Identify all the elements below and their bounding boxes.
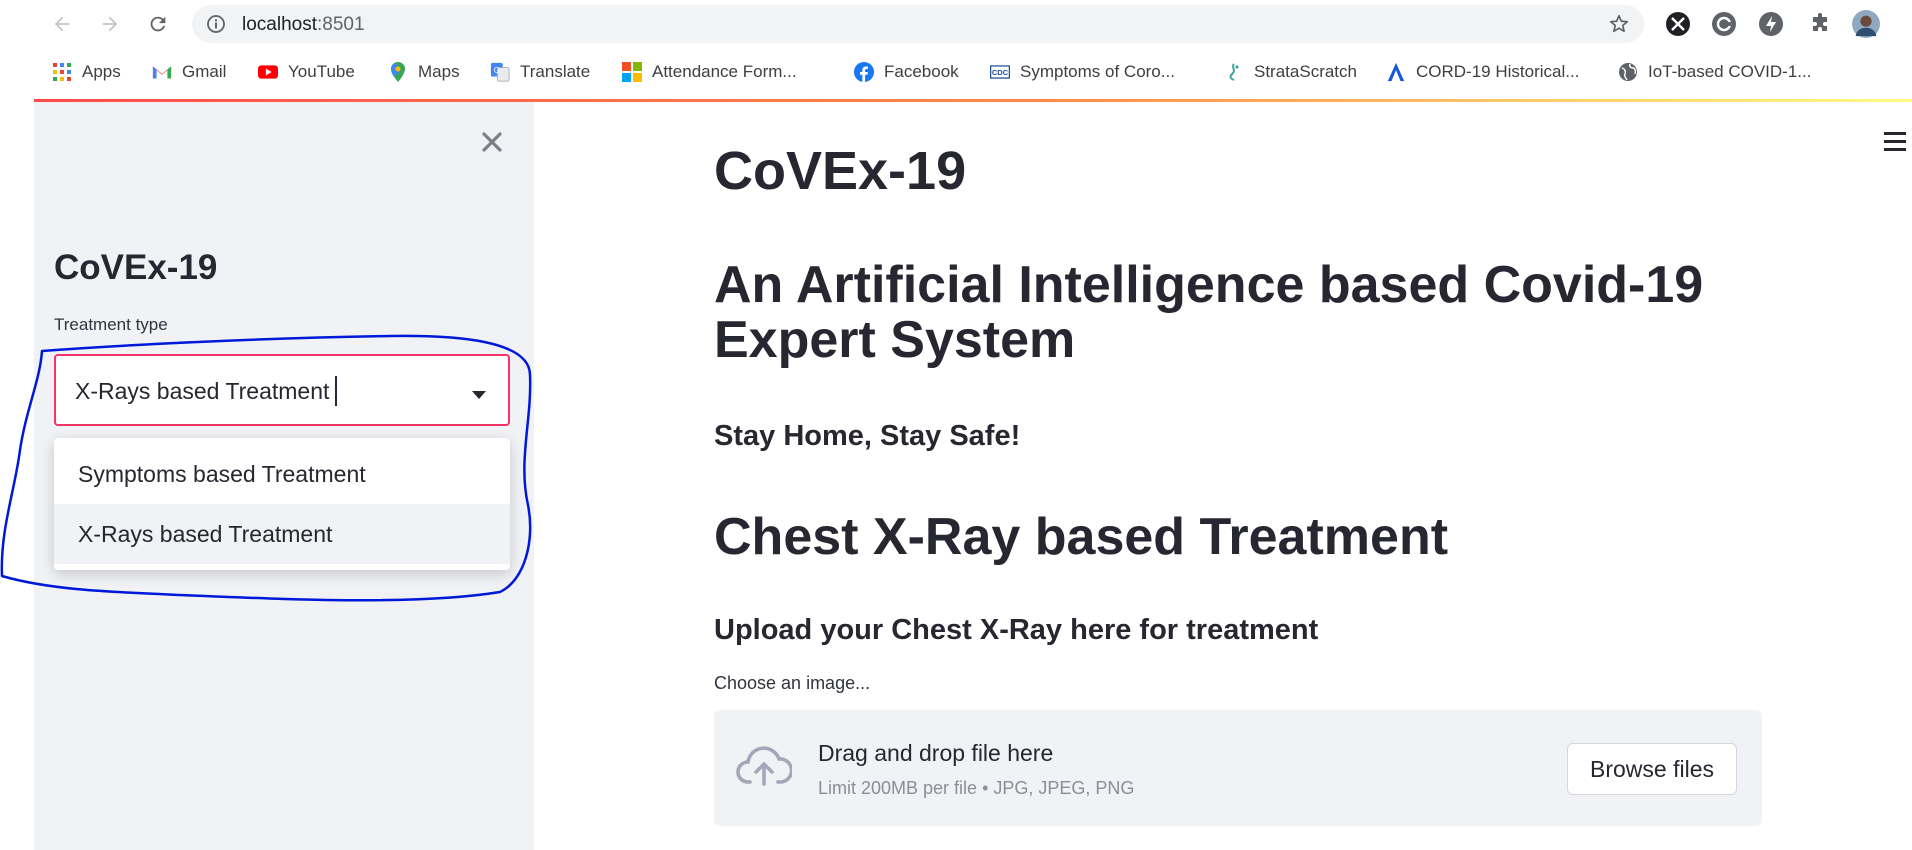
youtube-icon — [258, 62, 278, 82]
stratascratch-icon — [1224, 62, 1244, 82]
uploader-label: Choose an image... — [714, 673, 871, 693]
bookmark-translate[interactable]: G Translate — [490, 60, 590, 84]
bookmark-label: CORD-19 Historical... — [1416, 62, 1580, 81]
cloud-upload-icon — [736, 744, 794, 793]
bookmark-star-icon[interactable] — [1608, 13, 1630, 40]
address-bar[interactable]: localhost:8501 — [192, 5, 1644, 43]
text-cursor — [335, 376, 337, 406]
browser-toolbar: localhost:8501 — [0, 0, 1912, 47]
cord19-icon — [1386, 62, 1406, 82]
bookmark-iot-covid[interactable]: IoT-based COVID-1... — [1618, 60, 1811, 84]
bookmark-label: Attendance Form... — [652, 62, 797, 81]
bookmark-label: Gmail — [182, 62, 227, 81]
section-header: Chest X-Ray based Treatment — [714, 508, 1449, 566]
cdc-icon: CDC — [990, 62, 1010, 82]
dropzone-limit-text: Limit 200MB per file • JPG, JPEG, PNG — [818, 778, 1135, 798]
bookmark-stratascratch[interactable]: StrataScratch — [1224, 60, 1357, 84]
site-info-icon[interactable] — [206, 14, 226, 39]
bookmark-maps[interactable]: Maps — [388, 60, 460, 84]
bookmark-apps[interactable]: Apps — [52, 60, 121, 84]
page-subtitle: An Artificial Intelligence based Covid-1… — [714, 256, 1704, 369]
bookmarks-bar: Apps Gmail YouTube Maps G Translate Atte… — [0, 52, 1912, 92]
lightning-extension-icon[interactable] — [1757, 10, 1785, 38]
bookmark-youtube[interactable]: YouTube — [258, 60, 355, 84]
bookmark-attendance-form[interactable]: Attendance Form... — [622, 60, 797, 84]
browse-files-button[interactable]: Browse files — [1567, 743, 1737, 795]
bookmark-gmail[interactable]: Gmail — [152, 60, 226, 84]
select-value: X-Rays based Treatment — [75, 378, 330, 404]
profile-avatar[interactable] — [1852, 10, 1880, 38]
bookmark-label: Symptoms of Coro... — [1020, 62, 1175, 81]
sidebar-title: CoVEx-19 — [54, 248, 218, 287]
reload-icon[interactable] — [144, 10, 172, 38]
dropzone-instructions: Drag and drop file here — [818, 740, 1054, 766]
globe-icon — [1618, 62, 1638, 82]
gmail-icon — [152, 62, 172, 82]
bookmark-facebook[interactable]: Facebook — [854, 60, 959, 84]
treatment-type-dropdown-menu: Symptoms based Treatment X-Rays based Tr… — [54, 438, 510, 570]
extension-icon[interactable] — [1664, 10, 1692, 38]
option-symptoms-based[interactable]: Symptoms based Treatment — [54, 444, 510, 504]
close-sidebar-icon[interactable] — [477, 127, 507, 157]
bookmark-cord19[interactable]: CORD-19 Historical... — [1386, 60, 1579, 84]
apps-grid-icon — [52, 62, 72, 82]
svg-text:G: G — [494, 66, 500, 75]
copyright-extension-icon[interactable] — [1710, 10, 1738, 38]
bookmark-label: Maps — [418, 62, 460, 81]
page-title: CoVEx-19 — [714, 141, 967, 201]
bookmark-label: Facebook — [884, 62, 959, 81]
svg-text:CDC: CDC — [992, 68, 1009, 77]
hamburger-menu-icon[interactable] — [1884, 132, 1908, 154]
bookmark-symptoms[interactable]: CDC Symptoms of Coro... — [990, 60, 1175, 84]
forward-arrow-icon[interactable] — [96, 10, 124, 38]
puzzle-extensions-icon[interactable] — [1806, 10, 1834, 38]
microsoft-icon — [622, 62, 642, 82]
upload-header: Upload your Chest X-Ray here for treatme… — [714, 614, 1319, 646]
tagline: Stay Home, Stay Safe! — [714, 420, 1021, 452]
translate-icon: G — [490, 62, 510, 82]
option-xrays-based[interactable]: X-Rays based Treatment — [54, 504, 510, 564]
dropdown-arrow-icon[interactable] — [472, 386, 486, 404]
back-arrow-icon[interactable] — [48, 10, 76, 38]
bookmark-label: IoT-based COVID-1... — [1648, 62, 1812, 81]
bookmark-label: YouTube — [288, 62, 355, 81]
bookmark-label: StrataScratch — [1254, 62, 1357, 81]
maps-icon — [388, 62, 408, 82]
facebook-icon — [854, 62, 874, 82]
treatment-type-select[interactable]: X-Rays based Treatment — [54, 354, 510, 426]
bookmark-label: Apps — [82, 62, 121, 81]
treatment-type-label: Treatment type — [54, 315, 168, 334]
bookmark-label: Translate — [520, 62, 591, 81]
address-url: localhost:8501 — [242, 14, 365, 35]
